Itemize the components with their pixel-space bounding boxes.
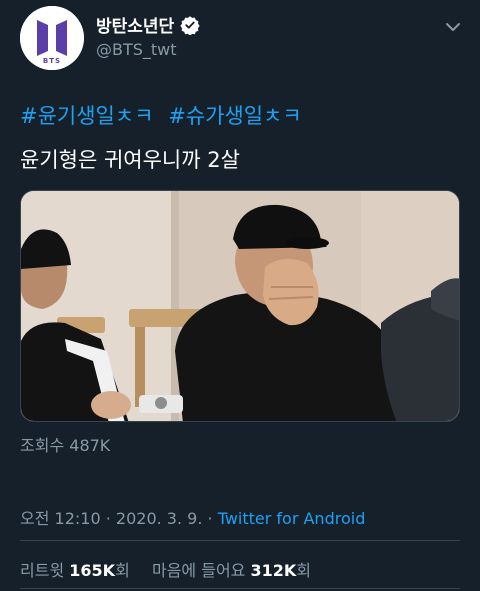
views-label: 조회수 bbox=[20, 436, 65, 455]
bts-logo-icon: BTS bbox=[20, 6, 84, 70]
tweet-stats: 리트윗 165K회 마음에 들어요 312K회 bbox=[20, 557, 311, 581]
video-media[interactable] bbox=[20, 190, 460, 422]
hashtag-link[interactable]: #윤기생일ㅊㅋ bbox=[20, 104, 154, 128]
divider bbox=[20, 588, 460, 589]
likes-count[interactable]: 312K bbox=[250, 561, 296, 580]
likes-label[interactable]: 마음에 들어요 bbox=[152, 561, 245, 580]
source-link[interactable]: Twitter for Android bbox=[218, 509, 366, 528]
hashtags: #윤기생일ㅊㅋ #슈가생일ㅊㅋ bbox=[20, 100, 460, 130]
meta-separator: · bbox=[207, 509, 218, 528]
views-count: 487K bbox=[69, 436, 111, 455]
retweets-count[interactable]: 165K bbox=[69, 561, 115, 580]
tweet-meta: 오전 12:10 · 2020. 3. 9. · Twitter for And… bbox=[20, 505, 365, 529]
tweet-header: BTS 방탄소년단 @BTS_twt bbox=[0, 0, 480, 80]
tweet-date[interactable]: 2020. 3. 9. bbox=[116, 509, 203, 528]
hashtag-link[interactable]: #슈가생일ㅊㅋ bbox=[168, 104, 302, 128]
meta-separator: · bbox=[105, 509, 116, 528]
likes-unit: 회 bbox=[296, 561, 312, 580]
display-name[interactable]: 방탄소년단 bbox=[96, 12, 174, 37]
chevron-down-icon[interactable] bbox=[444, 18, 462, 36]
handle[interactable]: @BTS_twt bbox=[96, 40, 177, 59]
name-row: 방탄소년단 bbox=[96, 12, 200, 37]
avatar[interactable]: BTS bbox=[20, 6, 84, 70]
tweet-time[interactable]: 오전 12:10 bbox=[20, 509, 101, 528]
tweet-text: 윤기형은 귀여우니까 2살 bbox=[20, 148, 240, 172]
avatar-label: BTS bbox=[43, 57, 61, 65]
divider bbox=[20, 540, 460, 541]
verified-badge-icon bbox=[180, 15, 200, 35]
view-count: 조회수 487K bbox=[20, 432, 110, 456]
retweets-unit: 회 bbox=[115, 561, 130, 580]
retweets-label[interactable]: 리트윗 bbox=[20, 561, 64, 580]
video-thumbnail bbox=[21, 191, 459, 421]
